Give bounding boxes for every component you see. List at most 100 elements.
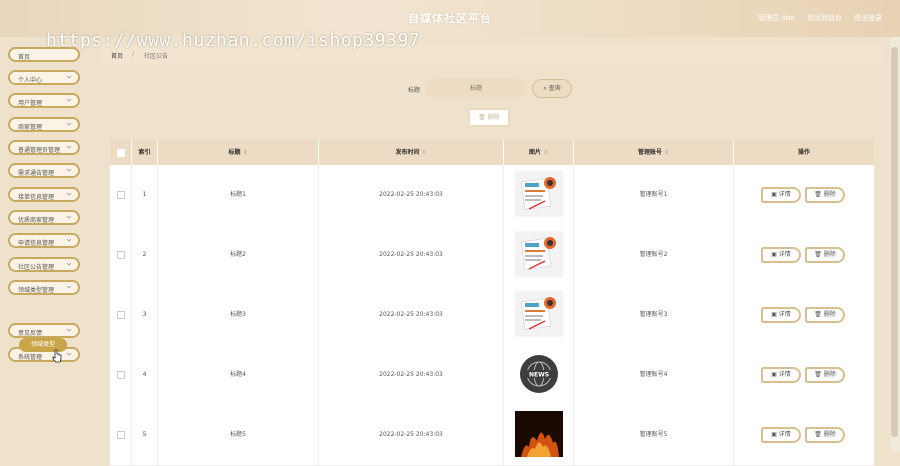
sidebar-item-label: 系统管理 bbox=[18, 354, 43, 361]
detail-button[interactable]: ▣ 详情 bbox=[761, 187, 801, 203]
row-checkbox[interactable] bbox=[116, 370, 125, 379]
header-image[interactable]: 图片 ⇕ bbox=[504, 140, 574, 165]
news-document-thumbnail bbox=[514, 291, 563, 337]
table-row: 2 标题2 2022-02-25 20:43:03 管理账号2 ▣ 详情 🗑 删除 bbox=[110, 225, 874, 286]
row-image bbox=[504, 405, 574, 465]
row-actions: ▣ 详情 🗑 删除 bbox=[734, 405, 874, 465]
row-select-cell[interactable] bbox=[110, 405, 132, 465]
row-select-cell[interactable] bbox=[110, 285, 132, 345]
sidebar-item-4[interactable]: 普通管理员管理 bbox=[8, 140, 80, 155]
row-title: 标题3 bbox=[158, 285, 319, 345]
row-title: 标题2 bbox=[158, 225, 319, 285]
svg-text:NEWS: NEWS bbox=[528, 372, 548, 379]
row-actions: ▣ 详情 🗑 删除 bbox=[734, 285, 874, 345]
detail-button[interactable]: ▣ 详情 bbox=[761, 427, 801, 443]
detail-button[interactable]: ▣ 详情 bbox=[761, 367, 801, 383]
header-publish-time[interactable]: 发布时间 ⇕ bbox=[319, 140, 504, 165]
table-row: 4 标题4 2022-02-25 20:43:03 NEWS 管理账号4 ▣ 详情 🗑 删除 bbox=[110, 345, 874, 406]
chevron-down-icon bbox=[66, 285, 72, 289]
sidebar-item-label: 普通管理员管理 bbox=[18, 147, 61, 154]
sidebar-item-1[interactable]: 个人中心 bbox=[8, 70, 80, 85]
row-select-cell[interactable] bbox=[110, 345, 132, 405]
chevron-down-icon bbox=[66, 122, 72, 126]
table-row: 1 标题1 2022-02-25 20:43:03 管理账号1 ▣ 详情 🗑 删除 bbox=[110, 165, 874, 226]
pointer-cursor-icon bbox=[52, 349, 62, 363]
delete-button[interactable]: 🗑 删除 bbox=[805, 427, 845, 443]
chevron-down-icon bbox=[66, 238, 72, 242]
table-header: 索引 标题 ⇕ 发布时间 ⇕ 图片 ⇕ 管理账号 ⇕ 操作 bbox=[110, 140, 874, 165]
news-fire-thumbnail bbox=[514, 411, 563, 457]
search-button-label: 查询 bbox=[548, 85, 561, 92]
scrollbar-thumb[interactable] bbox=[891, 47, 898, 437]
news-document-thumbnail bbox=[514, 171, 563, 217]
row-title: 标题4 bbox=[158, 345, 319, 405]
trash-icon: 🗑 bbox=[478, 114, 486, 121]
chevron-down-icon bbox=[66, 328, 72, 332]
sidebar-item-6[interactable]: 接单信息管理 bbox=[8, 187, 80, 202]
header-title[interactable]: 标题 ⇕ bbox=[158, 140, 319, 165]
search-button[interactable]: ⌕ 查询 bbox=[532, 79, 572, 98]
delete-button[interactable]: 🗑 删除 bbox=[805, 187, 845, 203]
breadcrumb-home[interactable]: 首页 bbox=[111, 51, 123, 60]
sidebar-item-5[interactable]: 需求通告管理 bbox=[8, 163, 80, 178]
header-actions: 操作 bbox=[797, 149, 810, 156]
sidebar-item-label: 商家管理 bbox=[18, 124, 43, 131]
trash-icon: 🗑 bbox=[814, 311, 822, 318]
breadcrumb-separator: / bbox=[132, 51, 135, 58]
chevron-down-icon bbox=[66, 192, 72, 196]
row-image bbox=[504, 165, 574, 225]
trash-icon: 🗑 bbox=[814, 371, 822, 378]
chevron-down-icon bbox=[66, 262, 72, 266]
detail-icon: ▣ bbox=[771, 191, 777, 198]
detail-button[interactable]: ▣ 详情 bbox=[761, 307, 801, 323]
row-index: 4 bbox=[132, 345, 158, 405]
batch-delete-button[interactable]: 🗑 删除 bbox=[468, 108, 510, 127]
sidebar-item-9[interactable]: 社区公告管理 bbox=[8, 257, 80, 272]
row-account: 管理账号4 bbox=[574, 345, 734, 405]
sidebar-item-7[interactable]: 优质商家管理 bbox=[8, 210, 80, 225]
breadcrumb-current: 社区公告 bbox=[144, 53, 169, 60]
row-select-cell[interactable] bbox=[110, 165, 132, 225]
row-checkbox[interactable] bbox=[116, 250, 125, 259]
trash-icon: 🗑 bbox=[814, 431, 822, 438]
sidebar-item-3[interactable]: 商家管理 bbox=[8, 117, 80, 132]
row-checkbox[interactable] bbox=[116, 430, 125, 439]
header-select-all[interactable] bbox=[110, 140, 132, 165]
chevron-down-icon bbox=[66, 75, 72, 79]
sidebar-item-label: 优质商家管理 bbox=[18, 217, 55, 224]
row-image: NEWS bbox=[504, 345, 574, 405]
sidebar-item-8[interactable]: 申请信息管理 bbox=[8, 233, 80, 248]
sidebar-item-10[interactable]: 领域类型管理 bbox=[8, 280, 80, 295]
detail-button[interactable]: ▣ 详情 bbox=[761, 247, 801, 263]
sidebar-item-11[interactable]: 意见反馈 bbox=[8, 323, 80, 338]
vertical-scrollbar[interactable] bbox=[890, 37, 900, 451]
batch-delete-label: 删除 bbox=[487, 114, 500, 121]
row-index: 5 bbox=[132, 405, 158, 465]
row-account: 管理账号1 bbox=[574, 165, 734, 225]
row-checkbox[interactable] bbox=[116, 190, 125, 199]
table-row: 3 标题3 2022-02-25 20:43:03 管理账号3 ▣ 详情 🗑 删除 bbox=[110, 285, 874, 346]
chevron-down-icon bbox=[66, 145, 72, 149]
chevron-down-icon bbox=[66, 98, 72, 102]
row-actions: ▣ 详情 🗑 删除 bbox=[734, 225, 874, 285]
back-to-frontend-link[interactable]: 退出到前台 bbox=[807, 14, 842, 22]
delete-button[interactable]: 🗑 删除 bbox=[805, 247, 845, 263]
trash-icon: 🗑 bbox=[814, 251, 822, 258]
sidebar-item-label: 需求通告管理 bbox=[18, 170, 55, 177]
row-checkbox[interactable] bbox=[116, 310, 125, 319]
row-image bbox=[504, 225, 574, 285]
sidebar-item-2[interactable]: 用户管理 bbox=[8, 93, 80, 108]
announcements-table: 索引 标题 ⇕ 发布时间 ⇕ 图片 ⇕ 管理账号 ⇕ 操作 1 标题1 2022-02-25… bbox=[110, 140, 874, 466]
row-select-cell[interactable] bbox=[110, 225, 132, 285]
header-account[interactable]: 管理账号 ⇕ bbox=[574, 140, 734, 165]
search-title-input[interactable] bbox=[426, 79, 526, 98]
delete-button[interactable]: 🗑 删除 bbox=[805, 307, 845, 323]
logout-link[interactable]: 退出登录 bbox=[854, 14, 882, 22]
row-publish-time: 2022-02-25 20:43:03 bbox=[319, 165, 504, 225]
detail-icon: ▣ bbox=[771, 311, 777, 318]
delete-button[interactable]: 🗑 删除 bbox=[805, 367, 845, 383]
detail-icon: ▣ bbox=[771, 251, 777, 258]
current-user: 管理员 abo bbox=[758, 14, 795, 22]
select-all-checkbox[interactable] bbox=[116, 148, 125, 157]
sidebar-item-label: 申请信息管理 bbox=[18, 240, 55, 247]
